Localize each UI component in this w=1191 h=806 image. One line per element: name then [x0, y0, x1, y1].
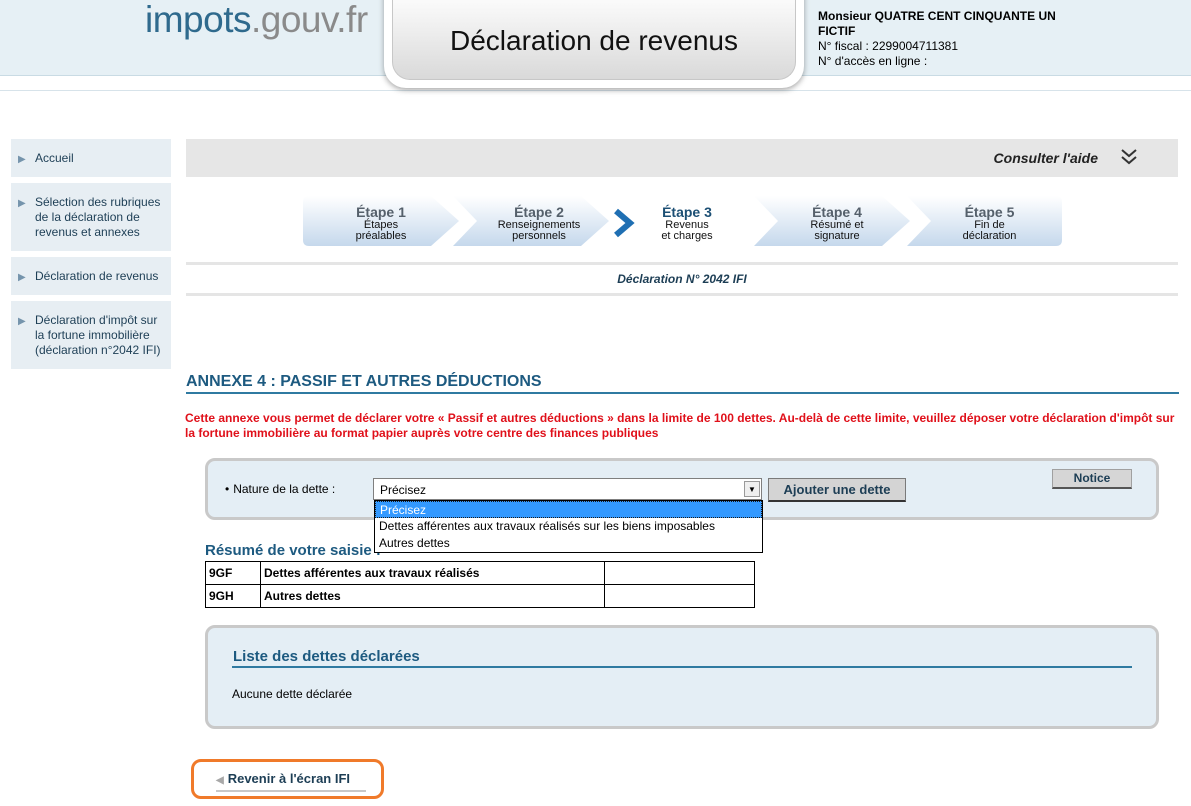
row-value: [604, 584, 755, 608]
logo-text-main: impots: [145, 0, 251, 40]
logo-text-tld: .fr: [336, 0, 368, 40]
triangle-right-icon: ▶: [18, 198, 26, 209]
user-name: Monsieur QUATRE CENT CINQUANTE UN FICTIF: [818, 9, 1056, 38]
sidebar-item-accueil[interactable]: ▶ Accueil: [11, 139, 171, 177]
debt-list-rule: [232, 666, 1132, 668]
dropdown-option[interactable]: Autres dettes: [375, 535, 762, 552]
triangle-right-icon: ▶: [18, 272, 26, 283]
nature-label-text: Nature de la dette :: [233, 482, 336, 496]
step-label: Étape 2: [514, 204, 564, 220]
row-code: 9GH: [205, 584, 261, 608]
row-value: [604, 561, 755, 585]
dropdown-option[interactable]: Précisez: [375, 501, 762, 518]
sidebar-item-label: Déclaration de revenus: [35, 269, 159, 283]
row-code: 9GF: [205, 561, 261, 585]
table-row: 9GH Autres dettes: [205, 584, 755, 608]
table-row: 9GF Dettes afférentes aux travaux réalis…: [205, 561, 755, 585]
step-subtitle: Étapes préalables: [303, 220, 459, 242]
dropdown-arrow-icon[interactable]: ▼: [744, 481, 760, 497]
user-info: Monsieur QUATRE CENT CINQUANTE UN FICTIF…: [818, 9, 1078, 69]
back-to-ifi-button[interactable]: ◀ Revenir à l'écran IFI: [191, 759, 384, 799]
divider: [186, 293, 1178, 296]
row-label: Dettes afférentes aux travaux réalisés: [260, 561, 605, 585]
step-label: Étape 4: [812, 204, 862, 220]
site-logo[interactable]: impots.gouv.fr: [145, 0, 368, 40]
nature-dropdown-list: Précisez Dettes afférentes aux travaux r…: [374, 500, 763, 553]
bullet: •: [225, 482, 230, 496]
nature-label: • Nature de la dette :: [225, 482, 335, 496]
step-sub-line2: personnels: [512, 230, 566, 242]
access-number: N° d'accès en ligne :: [818, 54, 928, 68]
notice-button[interactable]: Notice: [1052, 469, 1132, 489]
triangle-right-icon: ▶: [18, 316, 26, 327]
debt-list-empty: Aucune dette déclarée: [232, 687, 353, 701]
warning-text: Cette annexe vous permet de déclarer vot…: [185, 411, 1175, 440]
add-debt-button[interactable]: Ajouter une dette: [768, 478, 906, 502]
step-label: Étape 5: [964, 204, 1015, 220]
divider: [186, 262, 1178, 265]
fiscal-number: N° fiscal : 2299004711381: [818, 39, 959, 53]
sidebar-item-label: Sélection des rubriques de la déclaratio…: [35, 195, 161, 239]
back-button-label: Revenir à l'écran IFI: [227, 771, 351, 786]
sidebar-item-label: Déclaration d'impôt sur la fortune immob…: [35, 313, 161, 357]
sidebar-item-label: Accueil: [35, 151, 74, 165]
step-subtitle: Fin de déclaration: [917, 220, 1062, 242]
step-2: Étape 2 Renseignements personnels: [453, 196, 609, 246]
step-label: Étape 3: [662, 204, 712, 220]
logo-text-domain: gouv: [260, 0, 337, 40]
sidebar-item-declaration-revenus[interactable]: ▶ Déclaration de revenus: [11, 257, 171, 295]
step-label: Étape 1: [356, 204, 406, 220]
double-chevron-down-icon[interactable]: [1118, 146, 1140, 168]
step-subtitle: Revenus et charges: [616, 220, 758, 242]
declaration-number: Déclaration N° 2042 IFI: [617, 272, 747, 286]
header-divider: [0, 90, 1191, 91]
help-link[interactable]: Consulter l'aide: [994, 150, 1098, 166]
step-subtitle: Renseignements personnels: [469, 220, 609, 242]
step-sub-line2: et charges: [661, 230, 713, 242]
step-3: Étape 3 Revenus et charges: [608, 196, 758, 246]
page-title: Déclaration de revenus: [450, 25, 738, 56]
row-label: Autres dettes: [260, 584, 605, 608]
debt-list-panel: [205, 625, 1159, 729]
back-button-content: ◀ Revenir à l'écran IFI: [216, 771, 350, 786]
nature-select[interactable]: Précisez ▼: [373, 478, 762, 500]
step-sub-line2: déclaration: [962, 230, 1017, 242]
title-tab: Déclaration de revenus: [384, 0, 804, 88]
sidebar-item-selection-rubriques[interactable]: ▶ Sélection des rubriques de la déclarat…: [11, 183, 171, 251]
step-1: Étape 1 Étapes préalables: [303, 196, 459, 246]
triangle-right-icon: ▶: [18, 154, 26, 165]
dropdown-option[interactable]: Dettes afférentes aux travaux réalisés s…: [375, 518, 762, 535]
step-sub-line2: préalables: [355, 230, 407, 242]
triangle-left-icon: ◀: [216, 775, 224, 786]
select-value: Précisez: [380, 483, 427, 497]
step-5: Étape 5 Fin de déclaration: [907, 196, 1062, 246]
step-sub-line2: signature: [814, 230, 860, 242]
resume-title: Résumé de votre saisie :: [205, 542, 381, 559]
help-bar: Consulter l'aide: [186, 139, 1178, 177]
resume-table: 9GF Dettes afférentes aux travaux réalis…: [205, 561, 755, 608]
sidebar-item-declaration-ifi[interactable]: ▶ Déclaration d'impôt sur la fortune imm…: [11, 301, 171, 369]
debt-list-title: Liste des dettes déclarées: [233, 648, 420, 665]
step-subtitle: Résumé et signature: [764, 220, 910, 242]
section-rule: [186, 392, 1179, 394]
section-title: ANNEXE 4 : PASSIF ET AUTRES DÉDUCTIONS: [186, 373, 542, 390]
logo-text-dot: .: [250, 0, 261, 40]
page: impots.gouv.fr Déclaration de revenus Mo…: [0, 0, 1191, 806]
back-button-underline: [216, 790, 366, 792]
step-4: Étape 4 Résumé et signature: [754, 196, 910, 246]
